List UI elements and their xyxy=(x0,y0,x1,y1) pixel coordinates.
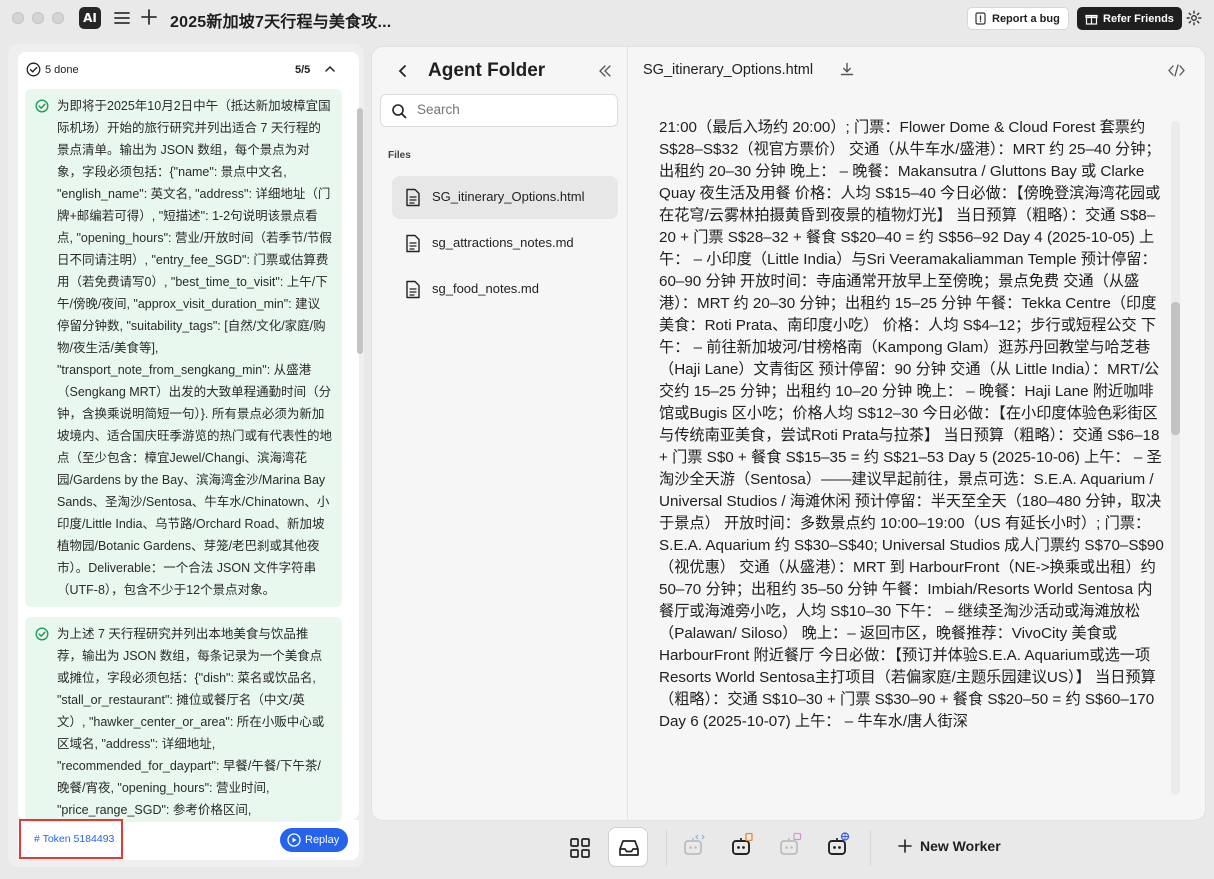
viewer-scrollbar-thumb[interactable] xyxy=(1171,302,1180,435)
chevron-left-icon[interactable] xyxy=(396,64,410,78)
code-view-icon[interactable] xyxy=(1168,64,1185,77)
grid-view-icon[interactable] xyxy=(569,837,591,859)
document-icon xyxy=(406,234,420,253)
file-name: sg_food_notes.md xyxy=(432,281,539,296)
app-logo: AI xyxy=(79,7,101,29)
task-item-text: 为即将于2025年10月2日中午（抵达新加坡樟宜国际机场）开始的旅行研究并列出适… xyxy=(57,99,333,597)
code-worker-bot-icon[interactable] xyxy=(681,832,707,858)
task-list-header[interactable]: 5 done 5/5 xyxy=(18,52,359,88)
files-section-label: Files xyxy=(388,150,411,161)
check-circle-icon xyxy=(26,62,41,77)
search-icon xyxy=(392,104,407,119)
task-list-scrollbar[interactable] xyxy=(357,108,363,354)
folder-pane: Agent Folder Files SG_itinerary_Options.… xyxy=(372,47,628,820)
play-circle-icon xyxy=(287,833,301,847)
image-worker-bot-icon[interactable] xyxy=(777,832,803,858)
tasks-count: 5/5 xyxy=(295,64,311,76)
report-bug-button[interactable]: Report a bug xyxy=(967,7,1069,30)
plus-icon xyxy=(898,839,912,853)
tasks-done-label: 5 done xyxy=(45,64,79,76)
menu-icon[interactable] xyxy=(113,9,131,27)
task-complete-icon xyxy=(35,99,49,113)
file-item[interactable]: sg_attractions_notes.md xyxy=(392,222,618,265)
gift-icon xyxy=(1085,14,1098,25)
window-title: 2025新加坡7天行程与美食攻... xyxy=(170,14,392,31)
search-input[interactable] xyxy=(417,102,607,117)
window-maximize-button[interactable] xyxy=(52,12,64,24)
toolbar-divider xyxy=(666,830,667,866)
title-bar: AI 2025新加坡7天行程与美食攻... Report a bug Refer… xyxy=(0,0,1214,36)
toolbar-divider xyxy=(870,830,871,866)
web-worker-bot-icon[interactable] xyxy=(825,832,851,858)
report-bug-label: Report a bug xyxy=(992,12,1060,25)
agent-folder-panel: Agent Folder Files SG_itinerary_Options.… xyxy=(371,46,1206,821)
window-close-button[interactable] xyxy=(12,12,24,24)
report-icon xyxy=(975,12,986,25)
replay-button[interactable]: Replay xyxy=(280,828,348,852)
file-content: 21:00（最后入场约 20:00）; 门票：Flower Dome & Clo… xyxy=(659,119,1164,730)
download-icon[interactable] xyxy=(840,62,854,77)
file-item[interactable]: sg_food_notes.md xyxy=(392,268,618,311)
task-item[interactable]: 为上述 7 天行程研究并列出本地美食与饮品推荐，输出为 JSON 数组，每条记录… xyxy=(25,617,342,822)
viewer-scrollbar-track[interactable] xyxy=(1171,121,1180,795)
new-worker-button[interactable]: New Worker xyxy=(898,838,1001,854)
new-tab-plus-icon[interactable] xyxy=(140,8,158,26)
replay-label: Replay xyxy=(305,834,340,846)
file-name: sg_attractions_notes.md xyxy=(432,235,574,250)
chevron-up-icon[interactable] xyxy=(324,63,336,75)
token-highlight-box xyxy=(19,819,123,859)
task-complete-icon xyxy=(35,627,49,641)
document-icon xyxy=(406,188,420,207)
document-icon xyxy=(406,280,420,299)
inbox-button[interactable] xyxy=(608,827,648,867)
document-worker-bot-icon[interactable] xyxy=(729,832,755,858)
file-search-box[interactable] xyxy=(380,94,618,127)
collapse-double-chevron-icon[interactable] xyxy=(598,65,612,77)
file-viewer: SG_itinerary_Options.html 21:00（最后入场约 20… xyxy=(628,47,1205,820)
new-worker-label: New Worker xyxy=(920,838,1001,854)
file-name: SG_itinerary_Options.html xyxy=(432,189,585,204)
refer-friends-label: Refer Friends xyxy=(1103,12,1174,25)
refer-friends-button[interactable]: Refer Friends xyxy=(1077,7,1182,30)
folder-title: Agent Folder xyxy=(428,60,546,81)
settings-gear-icon[interactable] xyxy=(1186,10,1202,26)
file-item[interactable]: SG_itinerary_Options.html xyxy=(392,176,618,219)
task-item-text: 为上述 7 天行程研究并列出本地美食与饮品推荐，输出为 JSON 数组，每条记录… xyxy=(57,627,325,817)
window-minimize-button[interactable] xyxy=(32,12,44,24)
inbox-icon xyxy=(619,840,639,856)
viewer-filename: SG_itinerary_Options.html xyxy=(643,62,814,78)
task-item[interactable]: 为即将于2025年10月2日中午（抵达新加坡樟宜国际机场）开始的旅行研究并列出适… xyxy=(25,89,342,607)
